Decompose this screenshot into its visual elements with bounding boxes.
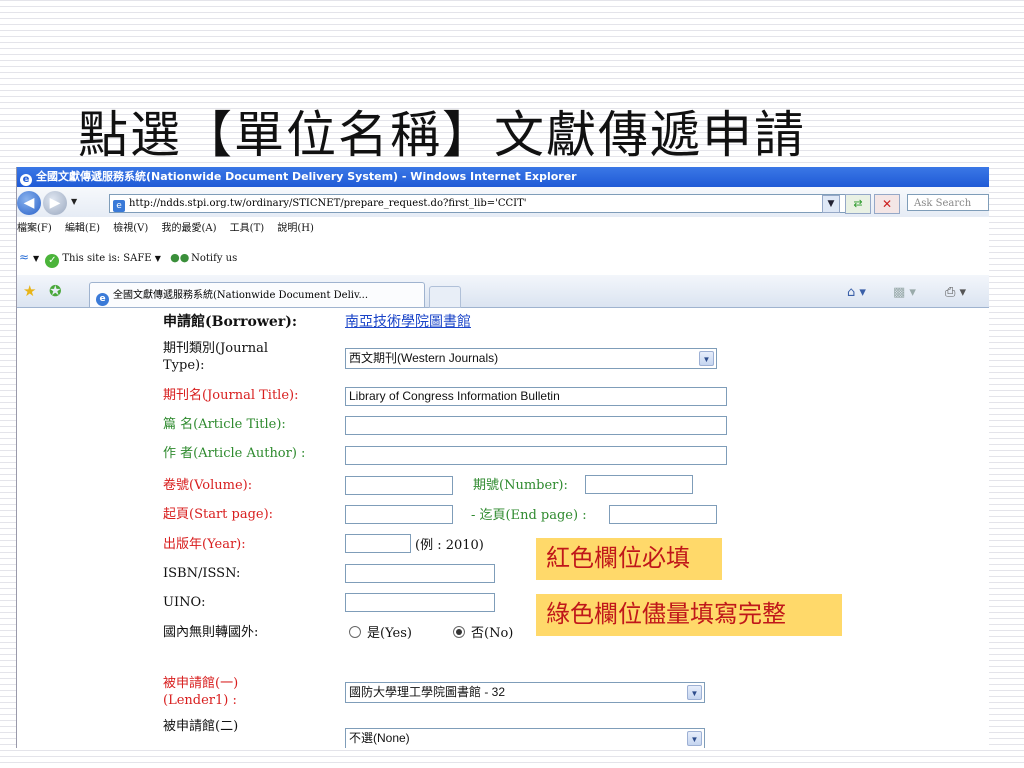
- lender2-select[interactable]: 不選(None) ▼: [345, 728, 705, 748]
- uino-input[interactable]: [345, 593, 495, 612]
- radio-yes-circle: [349, 626, 361, 638]
- isbn-label: ISBN/ISSN:: [163, 566, 241, 581]
- radio-yes-label: 是(Yes): [367, 626, 412, 641]
- lender2-label-line1: 被申請館(二): [163, 719, 239, 734]
- notify-link[interactable]: Notify us: [191, 253, 237, 264]
- add-favorite-icon[interactable]: ✪: [49, 282, 62, 300]
- start-page-label: 起頁(Start page):: [163, 507, 274, 522]
- people-icon: ●●: [170, 251, 190, 264]
- window-titlebar: e 全國文獻傳遞服務系統(Nationwide Document Delivery…: [17, 167, 989, 187]
- feeds-icon[interactable]: ▩ ▾: [893, 285, 916, 300]
- safe-status[interactable]: This site is: SAFE: [62, 253, 151, 264]
- menu-file[interactable]: 檔案(F): [17, 223, 52, 234]
- journal-title-label: 期刊名(Journal Title):: [163, 388, 299, 403]
- number-label: 期號(Number):: [473, 478, 568, 493]
- year-input[interactable]: [345, 534, 411, 553]
- tab-active[interactable]: e 全國文獻傳遞服務系統(Nationwide Document Deliv...: [89, 282, 425, 307]
- home-icon[interactable]: ⌂ ▾: [847, 285, 866, 300]
- year-example: (例 : 2010): [415, 538, 484, 553]
- refresh-icon[interactable]: ⇄: [845, 194, 871, 214]
- journal-type-label-line2: Type):: [163, 358, 205, 373]
- menu-help[interactable]: 說明(H): [277, 223, 314, 234]
- forward-arrow-icon[interactable]: ▶: [43, 191, 67, 215]
- page-icon: e: [113, 200, 125, 212]
- tab-page-icon: e: [96, 293, 109, 306]
- chevron-down-icon: ▼: [687, 685, 702, 700]
- isbn-input[interactable]: [345, 564, 495, 583]
- radio-no-label: 否(No): [471, 626, 514, 641]
- address-bar[interactable]: e http://ndds.stpi.org.tw/ordinary/STICNE…: [109, 194, 861, 213]
- tab-bar: ★ ✪ e 全國文獻傳遞服務系統(Nationwide Document Deli…: [17, 275, 989, 308]
- chevron-down-icon: ▼: [687, 731, 702, 746]
- form-page: 申請館(Borrower): 南亞技術學院圖書館 期刊類別(Journal Ty…: [17, 308, 989, 748]
- safe-check-icon: ✓: [45, 254, 60, 268]
- browser-window: e 全國文獻傳遞服務系統(Nationwide Document Delivery…: [16, 167, 989, 748]
- journal-type-label-line1: 期刊類別(Journal: [163, 341, 268, 356]
- radio-no-circle: [453, 626, 465, 638]
- favorites-star-icon[interactable]: ★: [23, 282, 36, 300]
- wifi-dropdown-icon[interactable]: ▼: [33, 254, 39, 263]
- chevron-down-icon: ▼: [699, 351, 714, 366]
- borrower-link[interactable]: 南亞技術學院圖書館: [345, 314, 471, 330]
- tab-label: 全國文獻傳遞服務系統(Nationwide Document Deliv...: [113, 290, 368, 301]
- wifi-icon[interactable]: ≈: [19, 247, 33, 267]
- menu-favorites[interactable]: 我的最愛(A): [161, 223, 216, 234]
- volume-label: 卷號(Volume):: [163, 478, 253, 493]
- menu-tools[interactable]: 工具(T): [230, 223, 264, 234]
- number-input[interactable]: [585, 475, 693, 494]
- address-toolbar: ◀ ▶ ▼ e http://ndds.stpi.org.tw/ordinary/…: [17, 187, 989, 217]
- safe-dropdown-icon[interactable]: ▼: [155, 254, 161, 263]
- article-title-input[interactable]: [345, 416, 727, 435]
- stop-icon[interactable]: ✕: [874, 194, 900, 214]
- menu-bar: 檔案(F) 編輯(E) 檢視(V) 我的最愛(A) 工具(T) 說明(H): [17, 221, 989, 237]
- uino-label: UINO:: [163, 595, 206, 610]
- journal-type-select[interactable]: 西文期刊(Western Journals) ▼: [345, 348, 717, 369]
- end-page-input[interactable]: [609, 505, 717, 524]
- lender1-value: 國防大學理工學院圖書館 - 32: [349, 685, 506, 699]
- back-arrow-icon[interactable]: ◀: [17, 191, 41, 215]
- borrower-label: 申請館(Borrower):: [163, 314, 298, 330]
- radio-no[interactable]: 否(No): [453, 626, 513, 642]
- address-dropdown-icon[interactable]: ▼: [822, 195, 840, 213]
- start-page-input[interactable]: [345, 505, 453, 524]
- radio-yes[interactable]: 是(Yes): [349, 626, 412, 642]
- lender1-label-line2: (Lender1) :: [163, 693, 237, 708]
- article-title-label: 篇 名(Article Title):: [163, 417, 286, 432]
- foreign-label: 國內無則轉國外:: [163, 625, 259, 640]
- menu-edit[interactable]: 編輯(E): [65, 223, 100, 234]
- year-label: 出版年(Year):: [163, 537, 246, 552]
- journal-type-value: 西文期刊(Western Journals): [349, 351, 499, 365]
- address-url: http://ndds.stpi.org.tw/ordinary/STICNET…: [129, 198, 527, 209]
- article-author-label: 作 者(Article Author) :: [163, 446, 306, 461]
- print-icon[interactable]: ⎙ ▾: [945, 285, 966, 300]
- new-tab-button[interactable]: [429, 286, 461, 308]
- menu-view[interactable]: 檢視(V): [113, 223, 148, 234]
- search-input[interactable]: Ask Search: [907, 194, 989, 211]
- slide-title: 點選【單位名稱】文獻傳遞申請: [78, 106, 806, 164]
- end-page-label: - 迄頁(End page) :: [471, 508, 587, 523]
- article-author-input[interactable]: [345, 446, 727, 465]
- journal-title-input[interactable]: Library of Congress Information Bulletin: [345, 387, 727, 406]
- security-toolbar: ≈ ▼ ✓ This site is: SAFE ▼ ●● Notify us: [17, 247, 989, 268]
- lender1-label-line1: 被申請館(一): [163, 676, 239, 691]
- callout-required-fields: 紅色欄位必填: [536, 538, 722, 580]
- ie-icon: e: [20, 174, 32, 186]
- window-title: 全國文獻傳遞服務系統(Nationwide Document Delivery …: [36, 170, 577, 183]
- lender2-value: 不選(None): [349, 731, 410, 745]
- callout-recommended-fields: 綠色欄位儘量填寫完整: [536, 594, 842, 636]
- volume-input[interactable]: [345, 476, 453, 495]
- history-dropdown-icon[interactable]: ▼: [71, 197, 77, 206]
- lender1-select[interactable]: 國防大學理工學院圖書館 - 32 ▼: [345, 682, 705, 703]
